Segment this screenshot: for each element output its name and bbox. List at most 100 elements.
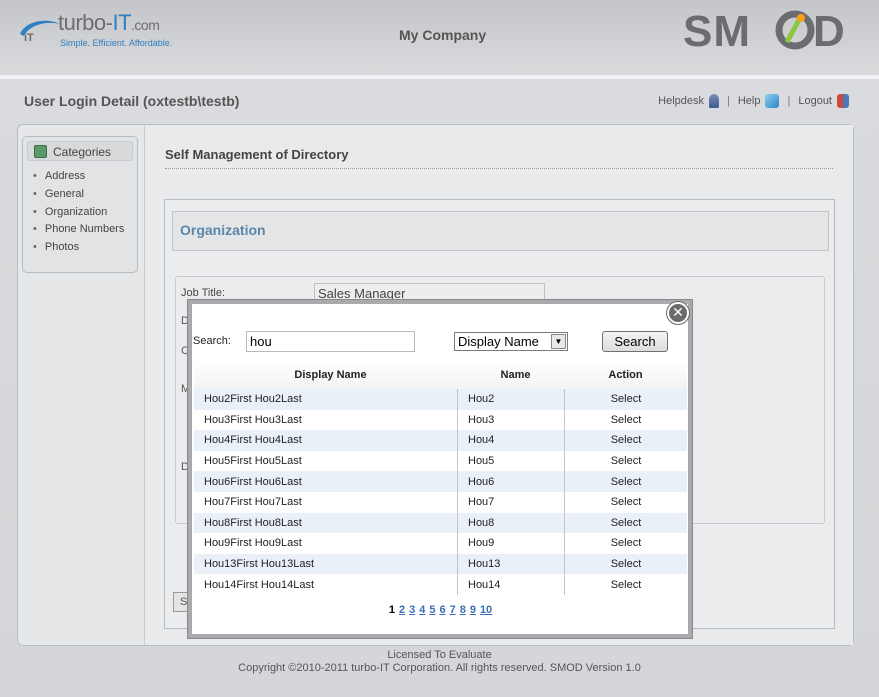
page-link-5[interactable]: 5 bbox=[429, 604, 435, 616]
license-text: Licensed To Evaluate bbox=[387, 649, 492, 661]
cell-display-name: Hou14First Hou14Last bbox=[204, 578, 315, 591]
table-row: Hou5First Hou5Last Hou5 Select bbox=[194, 450, 687, 472]
cell-name: Hou6 bbox=[457, 471, 564, 492]
page-link-2[interactable]: 2 bbox=[399, 604, 405, 616]
section-divider bbox=[165, 168, 833, 169]
col-action: Action bbox=[608, 368, 643, 381]
copyright-text: Copyright ©2010-2011 turbo-IT Corporatio… bbox=[238, 662, 641, 674]
svg-text:D: D bbox=[813, 8, 845, 52]
select-link[interactable]: Select bbox=[564, 450, 687, 472]
table-header: Display Name Name Action bbox=[194, 360, 687, 389]
svg-text:SM: SM bbox=[683, 8, 751, 52]
turbo-it-swoosh-icon: iT bbox=[20, 20, 60, 42]
table-row: Hou7First Hou7Last Hou7 Select bbox=[194, 491, 687, 513]
results-table: Display Name Name Action Hou2First Hou2L… bbox=[194, 360, 687, 595]
select-link[interactable]: Select bbox=[564, 471, 687, 492]
app-header: iT turbo-IT.com Simple. Efficient. Affor… bbox=[0, 0, 879, 79]
page-link-8[interactable]: 8 bbox=[460, 604, 466, 616]
search-input[interactable] bbox=[246, 331, 415, 352]
search-field-select[interactable]: Display Name ▼ bbox=[454, 332, 568, 351]
page-link-7[interactable]: 7 bbox=[450, 604, 456, 616]
select-link[interactable]: Select bbox=[564, 430, 687, 451]
page-link-4[interactable]: 4 bbox=[419, 604, 425, 616]
sidebar-item-organization[interactable]: Organization bbox=[33, 206, 124, 224]
smod-logo-graphic: SM D bbox=[683, 7, 845, 56]
cell-display-name: Hou8First Hou8Last bbox=[204, 516, 302, 529]
logout-door-icon[interactable] bbox=[837, 94, 849, 108]
sidebar-item-address[interactable]: Address bbox=[33, 170, 124, 188]
logo-tagline: Simple. Efficient. Affordable. bbox=[60, 38, 173, 48]
col-name: Name bbox=[500, 368, 531, 381]
page-title: User Login Detail (oxtestb\testb) bbox=[24, 93, 240, 109]
select-link[interactable]: Select bbox=[564, 491, 687, 513]
page-link-3[interactable]: 3 bbox=[409, 604, 415, 616]
table-row: Hou13First Hou13Last Hou13 Select bbox=[194, 553, 687, 575]
select-link[interactable]: Select bbox=[564, 533, 687, 554]
select-link[interactable]: Select bbox=[564, 574, 687, 595]
cell-name: Hou7 bbox=[457, 491, 564, 513]
sidebar-item-general[interactable]: General bbox=[33, 188, 124, 206]
company-name: My Company bbox=[399, 27, 487, 43]
table-row: Hou14First Hou14Last Hou14 Select bbox=[194, 574, 687, 595]
table-body: Hou2First Hou2Last Hou2 Select Hou3First Ho… bbox=[194, 389, 687, 595]
cell-display-name: Hou13First Hou13Last bbox=[204, 558, 315, 571]
svg-text:iT: iT bbox=[24, 32, 34, 42]
organization-title: Organization bbox=[180, 222, 266, 238]
cell-display-name: Hou3First Hou3Last bbox=[204, 413, 302, 426]
categories-panel: Categories Address General Organization … bbox=[22, 136, 138, 273]
link-separator: | bbox=[787, 95, 791, 107]
close-icon[interactable]: ✕ bbox=[667, 302, 689, 324]
select-link[interactable]: Select bbox=[564, 553, 687, 575]
current-page: 1 bbox=[388, 604, 395, 616]
page-link-9[interactable]: 9 bbox=[470, 604, 476, 616]
categories-list: Address General Organization Phone Numbe… bbox=[33, 170, 125, 259]
link-separator: | bbox=[727, 95, 730, 107]
help-book-icon[interactable] bbox=[765, 94, 780, 108]
cell-display-name: Hou4First Hou4Last bbox=[204, 434, 302, 447]
pagination: 1 2 3 4 5 6 7 8 9 10 bbox=[194, 604, 687, 616]
section-heading: Self Management of Directory bbox=[165, 147, 349, 162]
select-link[interactable]: Select bbox=[564, 389, 687, 410]
cell-name: Hou4 bbox=[457, 430, 564, 451]
col-display-name: Display Name bbox=[294, 368, 367, 381]
table-row: Hou2First Hou2Last Hou2 Select bbox=[194, 389, 687, 410]
logo-brand: turbo-IT.com bbox=[58, 10, 160, 35]
search-label: Search: bbox=[193, 335, 231, 347]
subheader: User Login Detail (oxtestb\testb) Helpde… bbox=[0, 80, 879, 122]
table-row: Hou4First Hou4Last Hou4 Select bbox=[194, 430, 687, 451]
save-button-partial[interactable]: S bbox=[173, 592, 189, 612]
table-row: Hou3First Hou3Last Hou3 Select bbox=[194, 409, 687, 431]
table-row: Hou8First Hou8Last Hou8 Select bbox=[194, 512, 687, 534]
cell-display-name: Hou9First Hou9Last bbox=[204, 537, 302, 550]
cell-name: Hou9 bbox=[457, 533, 564, 554]
search-field-value: Display Name bbox=[458, 334, 539, 349]
turbo-it-logo[interactable]: iT turbo-IT.com Simple. Efficient. Affor… bbox=[18, 10, 188, 50]
categories-header: Categories bbox=[27, 141, 133, 161]
helpdesk-link[interactable]: Helpdesk bbox=[658, 95, 704, 107]
sidebar-item-photos[interactable]: Photos bbox=[33, 241, 124, 259]
select-link[interactable]: Select bbox=[564, 409, 687, 431]
search-button[interactable]: Search bbox=[602, 331, 668, 352]
cell-display-name: Hou6First Hou6Last bbox=[204, 475, 302, 488]
job-title-field[interactable]: Sales Manager bbox=[314, 283, 545, 301]
cell-display-name: Hou5First Hou5Last bbox=[204, 455, 302, 468]
chevron-down-icon[interactable]: ▼ bbox=[551, 334, 566, 349]
cell-name: Hou8 bbox=[457, 512, 564, 534]
cell-name: Hou13 bbox=[457, 553, 564, 575]
job-title-label: Job Title: bbox=[181, 287, 226, 299]
sidebar-item-phone-numbers[interactable]: Phone Numbers bbox=[33, 223, 125, 241]
top-links: Helpdesk | Help | Logout bbox=[658, 94, 849, 108]
cell-name: Hou3 bbox=[457, 409, 564, 431]
logout-link[interactable]: Logout bbox=[798, 95, 832, 107]
page-link-6[interactable]: 6 bbox=[439, 604, 445, 616]
table-row: Hou6First Hou6Last Hou6 Select bbox=[194, 471, 687, 492]
help-link[interactable]: Help bbox=[738, 95, 761, 107]
cell-name: Hou5 bbox=[457, 450, 564, 472]
cell-name: Hou2 bbox=[457, 389, 564, 410]
table-row: Hou9First Hou9Last Hou9 Select bbox=[194, 533, 687, 554]
helpdesk-person-icon[interactable] bbox=[709, 94, 719, 108]
select-link[interactable]: Select bbox=[564, 512, 687, 534]
smod-logo: SM D bbox=[683, 7, 863, 56]
page-link-10[interactable]: 10 bbox=[480, 604, 492, 616]
cell-name: Hou14 bbox=[457, 574, 564, 595]
